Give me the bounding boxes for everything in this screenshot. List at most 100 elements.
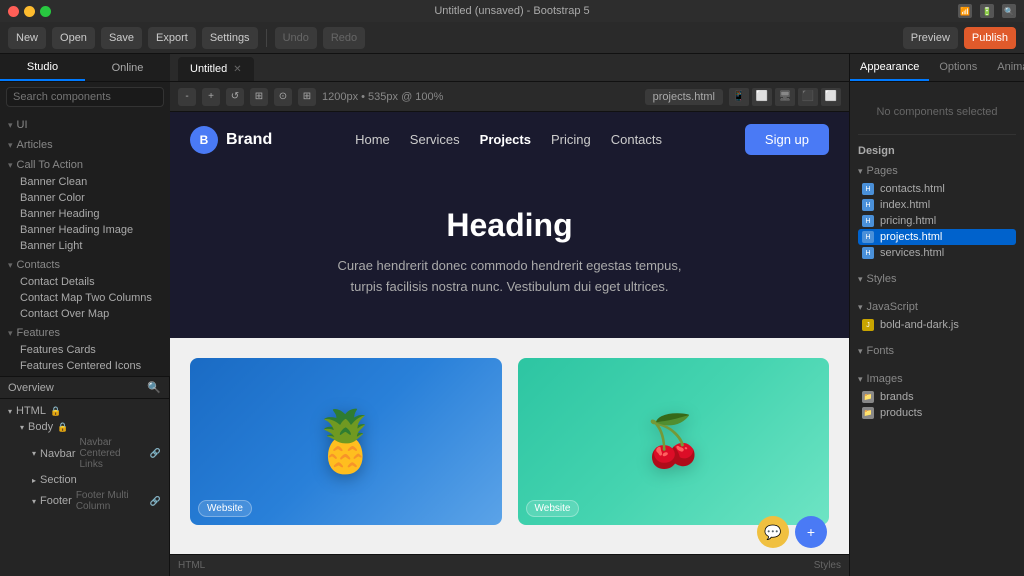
- export-button[interactable]: Export: [148, 27, 196, 49]
- file-index[interactable]: H index.html: [858, 197, 1016, 213]
- folder-products[interactable]: 📁 products: [858, 405, 1016, 421]
- site-hero: Heading Curae hendrerit donec commodo he…: [170, 167, 849, 338]
- address-bar: - + ↺ ⊞ ⊙ ⊞ 1200px • 535px @ 100% projec…: [170, 82, 849, 112]
- brand-text: Brand: [226, 131, 272, 149]
- new-button[interactable]: New: [8, 27, 46, 49]
- maximize-window-dot[interactable]: [40, 6, 51, 17]
- fonts-section-header[interactable]: Fonts: [858, 341, 1016, 361]
- nav-link-services[interactable]: Services: [410, 132, 460, 147]
- tab-appearance[interactable]: Appearance: [850, 54, 929, 81]
- center-button[interactable]: ⊙: [274, 88, 292, 106]
- file-label-projects: projects.html: [880, 231, 942, 243]
- zoom-in-button[interactable]: +: [202, 88, 220, 106]
- pages-section-header[interactable]: Pages: [858, 161, 1016, 181]
- tree-item-banner-heading-image[interactable]: Banner Heading Image: [0, 222, 170, 238]
- tree-item-contact-over-map[interactable]: Contact Over Map: [0, 306, 170, 322]
- html-node-section[interactable]: ▸ Section: [0, 472, 169, 488]
- html-node-navbar[interactable]: ▾ Navbar Navbar Centered Links 🔗: [0, 435, 169, 472]
- main-toolbar: New Open Save Export Settings Undo Redo …: [0, 22, 1024, 54]
- lock-icon-body: 🔒: [57, 422, 68, 433]
- card-1-badge: Website: [198, 500, 252, 517]
- file-contacts[interactable]: H contacts.html: [858, 181, 1016, 197]
- tree-section-header-cta[interactable]: Call To Action: [0, 156, 170, 174]
- tree-item-features-cards[interactable]: Features Cards: [0, 342, 170, 358]
- tree-item-banner-clean[interactable]: Banner Clean: [0, 174, 170, 190]
- site-nav-links: Home Services Projects Pricing Contacts: [355, 132, 662, 147]
- tree-item-banner-heading[interactable]: Banner Heading: [0, 206, 170, 222]
- tree-item-banner-color[interactable]: Banner Color: [0, 190, 170, 206]
- search-input[interactable]: [6, 87, 164, 107]
- overview-search-icon[interactable]: 🔍: [147, 381, 161, 394]
- tree-item-contact-details[interactable]: Contact Details: [0, 274, 170, 290]
- file-projects[interactable]: H projects.html: [858, 229, 1016, 245]
- mobile-icon[interactable]: 📱: [729, 88, 749, 106]
- tree-section-header-contacts[interactable]: Contacts: [0, 256, 170, 274]
- html-node-body[interactable]: ▾ Body 🔒: [0, 419, 169, 435]
- window-controls: [8, 6, 51, 17]
- tab-studio[interactable]: Studio: [0, 54, 85, 81]
- images-section-header[interactable]: Images: [858, 369, 1016, 389]
- redo-button[interactable]: Redo: [323, 27, 365, 49]
- html-node-footer[interactable]: ▾ Footer Footer Multi Column 🔗: [0, 488, 169, 514]
- file-pricing[interactable]: H pricing.html: [858, 213, 1016, 229]
- tree-section-header-features[interactable]: Features: [0, 324, 170, 342]
- styles-section-header[interactable]: Styles: [858, 269, 1016, 289]
- javascript-section-header[interactable]: JavaScript: [858, 297, 1016, 317]
- search-icon[interactable]: 🔍: [1002, 4, 1016, 18]
- add-float-button[interactable]: +: [795, 516, 827, 548]
- tree-section-header-articles[interactable]: Articles: [0, 136, 170, 154]
- navbar-sublabel: Navbar Centered Links: [79, 437, 145, 470]
- titlebar: Untitled (unsaved) - Bootstrap 5 📶 🔋 🔍: [0, 0, 1024, 22]
- current-file-name[interactable]: projects.html: [645, 89, 723, 105]
- chat-float-button[interactable]: 💬: [757, 516, 789, 548]
- publish-button[interactable]: Publish: [964, 27, 1016, 49]
- component-tree: UI Articles Call To Action Banner Clean …: [0, 112, 170, 376]
- tab-options[interactable]: Options: [929, 54, 987, 81]
- nav-link-projects[interactable]: Projects: [480, 132, 531, 147]
- tree-item-banner-light[interactable]: Banner Light: [0, 238, 170, 254]
- close-window-dot[interactable]: [8, 6, 19, 17]
- nav-link-contacts[interactable]: Contacts: [611, 132, 662, 147]
- minimize-window-dot[interactable]: [24, 6, 35, 17]
- preview-button[interactable]: Preview: [903, 27, 958, 49]
- editor-tab-untitled[interactable]: Untitled ✕: [178, 57, 254, 81]
- arrow-icon: ▾: [8, 407, 12, 416]
- fullscreen-icon[interactable]: ⬜: [821, 88, 841, 106]
- overview-panel: Overview 🔍 ▾ HTML 🔒 ▾ Body 🔒 ▾ Navbar Na: [0, 376, 170, 576]
- tree-item-features-centered-icons[interactable]: Features Centered Icons: [0, 358, 170, 374]
- zoom-out-button[interactable]: -: [178, 88, 196, 106]
- open-button[interactable]: Open: [52, 27, 95, 49]
- settings-button[interactable]: Settings: [202, 27, 258, 49]
- nav-link-home[interactable]: Home: [355, 132, 390, 147]
- tablet-icon[interactable]: ⬜: [752, 88, 772, 106]
- fit-button[interactable]: ⊞: [250, 88, 268, 106]
- tab-online[interactable]: Online: [85, 54, 170, 81]
- tab-animation[interactable]: Animation: [987, 54, 1024, 81]
- right-panel-content: No components selected Design Pages H co…: [850, 82, 1024, 576]
- nav-back-button[interactable]: ↺: [226, 88, 244, 106]
- right-panel-tab-bar: Appearance Options Animation 🔍 ⚙: [850, 54, 1024, 82]
- card-1-image: 🍍 Website: [190, 358, 502, 526]
- signup-button[interactable]: Sign up: [745, 124, 829, 155]
- tree-item-contact-map-two[interactable]: Contact Map Two Columns: [0, 290, 170, 306]
- link-icon-navbar: 🔗: [150, 448, 161, 459]
- html-node-html[interactable]: ▾ HTML 🔒: [0, 403, 169, 419]
- save-button[interactable]: Save: [101, 27, 142, 49]
- file-services[interactable]: H services.html: [858, 245, 1016, 261]
- file-bold-dark[interactable]: J bold-and-dark.js: [858, 317, 1016, 333]
- file-icon-index: H: [862, 199, 874, 211]
- grid-button[interactable]: ⊞: [298, 88, 316, 106]
- images-section: Images 📁 brands 📁 products: [858, 369, 1016, 421]
- folder-brands[interactable]: 📁 brands: [858, 389, 1016, 405]
- html-tree: ▾ HTML 🔒 ▾ Body 🔒 ▾ Navbar Navbar Center…: [0, 399, 169, 576]
- pineapple-icon: 🍍: [308, 406, 383, 477]
- right-panel: Appearance Options Animation 🔍 ⚙ No comp…: [849, 54, 1024, 576]
- tree-section-header-ui[interactable]: UI: [0, 116, 170, 134]
- desktop-wide-icon[interactable]: ⬛: [798, 88, 818, 106]
- nav-link-pricing[interactable]: Pricing: [551, 132, 591, 147]
- desktop-icon[interactable]: 🖥: [775, 88, 795, 106]
- editor-tab-close-icon[interactable]: ✕: [233, 64, 241, 75]
- tree-section-features: Features Features Cards Features Centere…: [0, 324, 170, 376]
- cherry-icon: 🍒: [642, 412, 704, 471]
- undo-button[interactable]: Undo: [275, 27, 317, 49]
